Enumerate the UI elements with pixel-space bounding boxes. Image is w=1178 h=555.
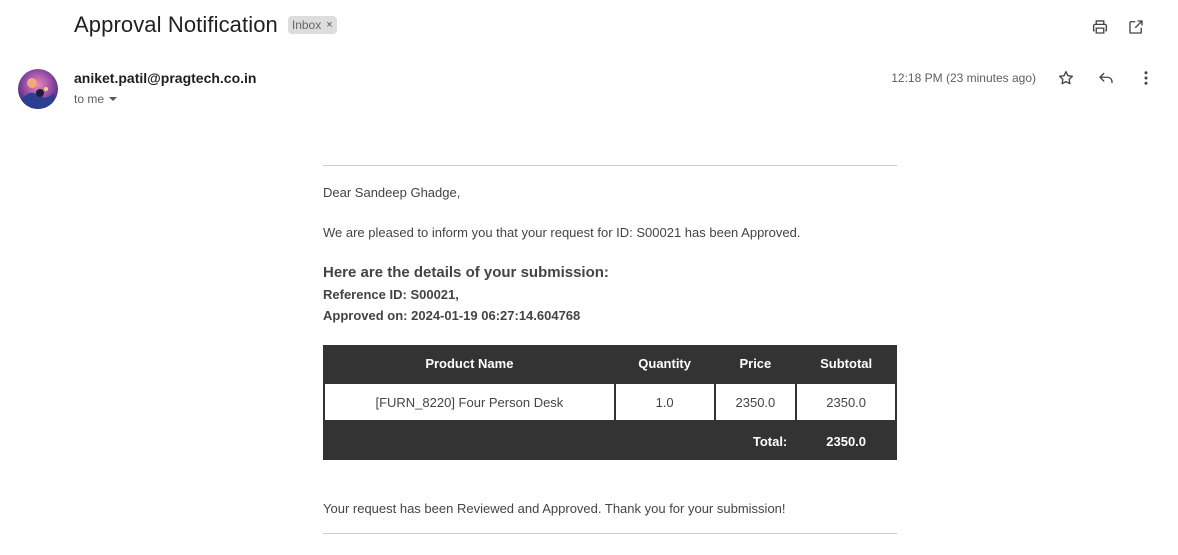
remove-label-icon[interactable]: × [326,19,332,31]
intro-text: We are pleased to inform you that your r… [323,225,801,240]
reply-icon[interactable] [1096,68,1116,88]
cell-product-name: [FURN_8220] Four Person Desk [323,382,616,422]
approved-value: 2024-01-19 06:27:14.604768 [411,308,581,323]
label-chip-text: Inbox [291,17,322,32]
greeting: Dear Sandeep Ghadge, [323,185,461,200]
recipient-dropdown[interactable]: to me [74,92,118,106]
reference-line: Reference ID: S00021, [323,287,897,302]
email-subject: Approval Notification [74,12,278,37]
closing-text: Your request has been Reviewed and Appro… [323,501,786,516]
cell-quantity: 1.0 [613,382,716,422]
recipient-label: to me [74,92,105,106]
more-vert-icon[interactable] [1136,68,1156,88]
sender-email[interactable]: aniket.patil@pragtech.co.in [74,70,256,86]
top-divider [323,165,897,166]
total-row: Total: 2350.0 [324,421,896,460]
email-subject-bar: Approval Notification Inbox × [74,12,337,38]
total-label: Total: [752,433,788,449]
message-timestamp: 12:18 PM (23 minutes ago) [891,71,1036,85]
total-value: 2350.0 [826,433,867,449]
cell-subtotal: 2350.0 [795,382,897,422]
header-price: Price [739,356,772,371]
header-subtotal: Subtotal [820,356,873,371]
reference-label: Reference ID: [323,287,407,302]
reference-value: S00021, [410,287,459,302]
print-icon[interactable] [1090,17,1110,37]
details-heading: Here are the details of your submission: [323,264,609,281]
thread-actions [1090,17,1146,37]
products-table: Product Name Quantity Price Subtotal [FU… [323,345,897,460]
sender-avatar[interactable] [18,69,58,109]
table-header-row: Product Name Quantity Price Subtotal [324,345,896,383]
email-body: Dear Sandeep Ghadge, We are pleased to i… [323,165,897,534]
approved-label: Approved on: [323,308,408,323]
star-icon[interactable] [1056,68,1076,88]
inbox-label-chip[interactable]: Inbox × [287,16,337,34]
message-meta: 12:18 PM (23 minutes ago) [891,68,1156,88]
table-row: [FURN_8220] Four Person Desk 1.0 2350.0 … [323,382,897,422]
caret-down-icon [109,97,118,101]
open-in-new-window-icon[interactable] [1126,17,1146,37]
bottom-divider [323,533,897,534]
approved-line: Approved on: 2024-01-19 06:27:14.604768 [323,308,897,323]
cell-price: 2350.0 [713,382,798,422]
header-quantity: Quantity [638,356,691,371]
header-product-name: Product Name [425,356,514,371]
